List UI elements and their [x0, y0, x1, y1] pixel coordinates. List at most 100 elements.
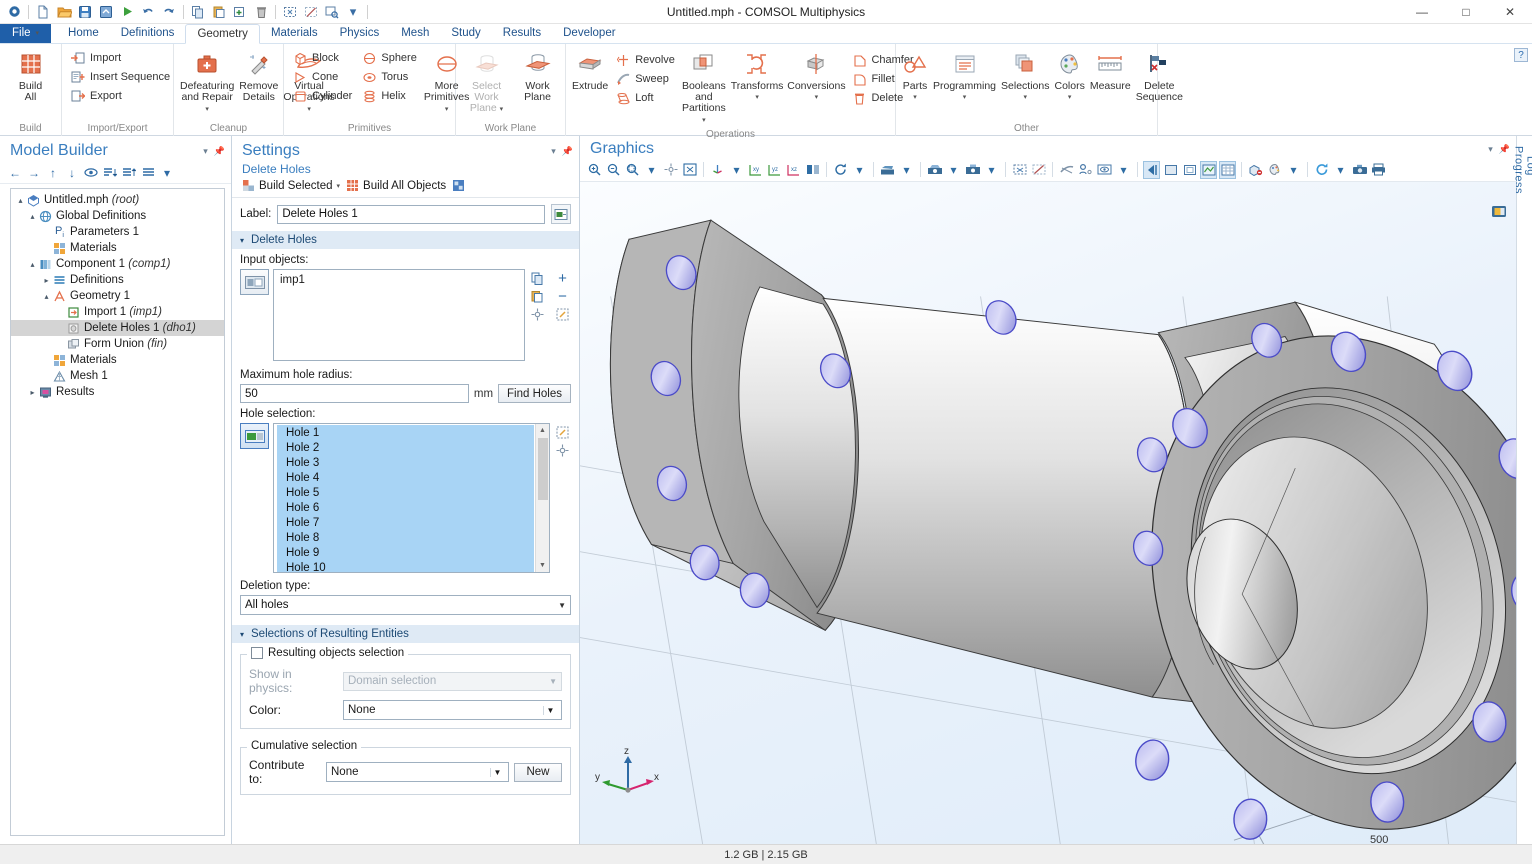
- sphere-button[interactable]: Sphere: [357, 49, 420, 67]
- new-selection-button[interactable]: New: [514, 763, 562, 782]
- save-as-icon[interactable]: [96, 2, 116, 22]
- transparency-icon[interactable]: [1247, 161, 1264, 179]
- customize-caret-icon[interactable]: ▾: [343, 2, 363, 22]
- tab-results[interactable]: Results: [492, 23, 552, 43]
- chevron-down-icon[interactable]: ▼: [558, 601, 566, 610]
- remove-icon[interactable]: −: [554, 288, 571, 304]
- expand-all-icon[interactable]: [122, 166, 136, 180]
- chevron-down-icon[interactable]: ▼: [490, 768, 504, 777]
- hole-selection-list[interactable]: Hole 1 Hole 2 Hole 3 Hole 4 Hole 5 Hole …: [273, 423, 550, 573]
- model-info-icon[interactable]: [1491, 204, 1508, 219]
- update-icon[interactable]: [1313, 161, 1330, 179]
- paste-selection-icon[interactable]: [529, 288, 546, 304]
- build-selected-button[interactable]: Build Selected ▾: [242, 179, 340, 192]
- save-icon[interactable]: [75, 2, 95, 22]
- show-hide-icon[interactable]: [84, 166, 98, 180]
- camera-caret-icon[interactable]: ▾: [945, 161, 962, 179]
- scroll-down-icon[interactable]: ▼: [536, 559, 550, 572]
- scene-light-icon[interactable]: [879, 161, 896, 179]
- open-folder-icon[interactable]: [54, 2, 74, 22]
- toggle-active-icon[interactable]: [554, 306, 571, 322]
- model-builder-collapse-caret-icon[interactable]: ▾: [203, 146, 208, 157]
- chevron-down-icon[interactable]: ▼: [543, 706, 557, 715]
- scene-light-caret-icon[interactable]: ▾: [898, 161, 915, 179]
- tree-node-parameters-1[interactable]: Pi Parameters 1: [11, 224, 224, 240]
- select-graphics-icon[interactable]: [554, 424, 571, 440]
- section-toggle-icon[interactable]: ▾: [240, 630, 244, 639]
- tree-node-import-1[interactable]: Import 1 (imp1): [11, 304, 224, 320]
- conversions-button[interactable]: Conversions ▾: [786, 47, 846, 105]
- move-down-icon[interactable]: ↓: [65, 166, 79, 180]
- list-item[interactable]: Hole 5: [277, 485, 534, 500]
- settings-pin-icon[interactable]: 📌: [562, 146, 573, 157]
- scroll-up-icon[interactable]: ▲: [536, 424, 550, 437]
- list-item[interactable]: Hole 8: [277, 530, 534, 545]
- tab-materials[interactable]: Materials: [260, 23, 329, 43]
- zoom-out-icon[interactable]: [605, 161, 622, 179]
- tree-node-definitions[interactable]: ▸ Definitions: [11, 272, 224, 288]
- legend-caret-icon[interactable]: ▾: [1285, 161, 1302, 179]
- programming-caret-icon[interactable]: ▾: [963, 92, 967, 103]
- list-item[interactable]: Hole 1: [277, 425, 534, 440]
- view-flip-icon[interactable]: [804, 161, 821, 179]
- copy-selection-icon[interactable]: [529, 270, 546, 286]
- collapse-all-icon[interactable]: [103, 166, 117, 180]
- tree-node-form-union[interactable]: Form Union (fin): [11, 336, 224, 352]
- add-icon[interactable]: +: [554, 270, 571, 286]
- section-toggle-icon[interactable]: ▾: [240, 236, 244, 245]
- graphics-pin-icon[interactable]: 📌: [1499, 144, 1510, 155]
- maximize-button[interactable]: □: [1444, 0, 1488, 24]
- new-file-icon[interactable]: [33, 2, 53, 22]
- twisty-icon[interactable]: ▴: [15, 196, 26, 205]
- zoom-extents-icon[interactable]: [662, 161, 679, 179]
- zoom-to-selection-icon[interactable]: [529, 306, 546, 322]
- zoom-caret-icon[interactable]: ▾: [643, 161, 660, 179]
- deletion-type-select[interactable]: All holes ▼: [240, 595, 571, 615]
- tree-node-mesh-1[interactable]: Mesh 1: [11, 368, 224, 384]
- model-builder-pin-icon[interactable]: 📌: [214, 146, 225, 157]
- section-delete-holes[interactable]: ▾ Delete Holes: [232, 230, 579, 249]
- table-icon[interactable]: [1219, 161, 1236, 179]
- transforms-caret-icon[interactable]: ▾: [755, 92, 759, 103]
- redo-icon[interactable]: [159, 2, 179, 22]
- snapshot-camera-icon[interactable]: [1351, 161, 1368, 179]
- twisty-icon[interactable]: ▴: [27, 260, 38, 269]
- rotate-caret-icon[interactable]: ▾: [851, 161, 868, 179]
- import-button[interactable]: Import: [66, 49, 174, 67]
- contribute-to-select[interactable]: None ▼: [326, 762, 509, 782]
- helix-button[interactable]: Helix: [357, 87, 420, 105]
- twisty-icon[interactable]: ▸: [41, 276, 52, 285]
- tab-physics[interactable]: Physics: [329, 23, 391, 43]
- copy-icon[interactable]: [188, 2, 208, 22]
- twisty-icon[interactable]: ▴: [27, 212, 38, 221]
- print-icon[interactable]: [1370, 161, 1387, 179]
- tree-node-results[interactable]: ▸ Results: [11, 384, 224, 400]
- tree-node-component-1[interactable]: ▴ Component 1 (comp1): [11, 256, 224, 272]
- tab-mesh[interactable]: Mesh: [390, 23, 440, 43]
- plot-button[interactable]: [452, 179, 465, 192]
- close-button[interactable]: ✕: [1488, 0, 1532, 24]
- tab-definitions[interactable]: Definitions: [110, 23, 186, 43]
- export-button[interactable]: Export: [66, 87, 174, 105]
- activate-selection-icon[interactable]: [240, 269, 269, 295]
- colors-caret-icon[interactable]: ▾: [1068, 92, 1072, 103]
- scrollbar-thumb[interactable]: [538, 438, 548, 500]
- tab-home[interactable]: Home: [57, 23, 110, 43]
- find-holes-button[interactable]: Find Holes: [498, 384, 571, 403]
- select-persistent-icon[interactable]: [1077, 161, 1094, 179]
- tree-node-global-definitions[interactable]: ▴ Global Definitions: [11, 208, 224, 224]
- transforms-button[interactable]: Transforms ▾: [729, 47, 786, 105]
- go-to-default-view-icon[interactable]: [709, 161, 726, 179]
- hole-list-scrollbar[interactable]: ▲ ▼: [535, 424, 549, 572]
- view-xz-icon[interactable]: xz: [785, 161, 802, 179]
- extrude-button[interactable]: Extrude: [570, 47, 610, 94]
- view-xy-icon[interactable]: xy: [747, 161, 764, 179]
- tree-node-materials[interactable]: Materials: [11, 352, 224, 368]
- list-item[interactable]: imp1: [280, 274, 518, 286]
- block-button[interactable]: Block: [288, 49, 356, 67]
- compute-icon[interactable]: [117, 2, 137, 22]
- mesh-plot-icon[interactable]: [1200, 161, 1217, 179]
- list-item[interactable]: Hole 7: [277, 515, 534, 530]
- measure-button[interactable]: Measure: [1088, 47, 1133, 94]
- list-item[interactable]: Hole 3: [277, 455, 534, 470]
